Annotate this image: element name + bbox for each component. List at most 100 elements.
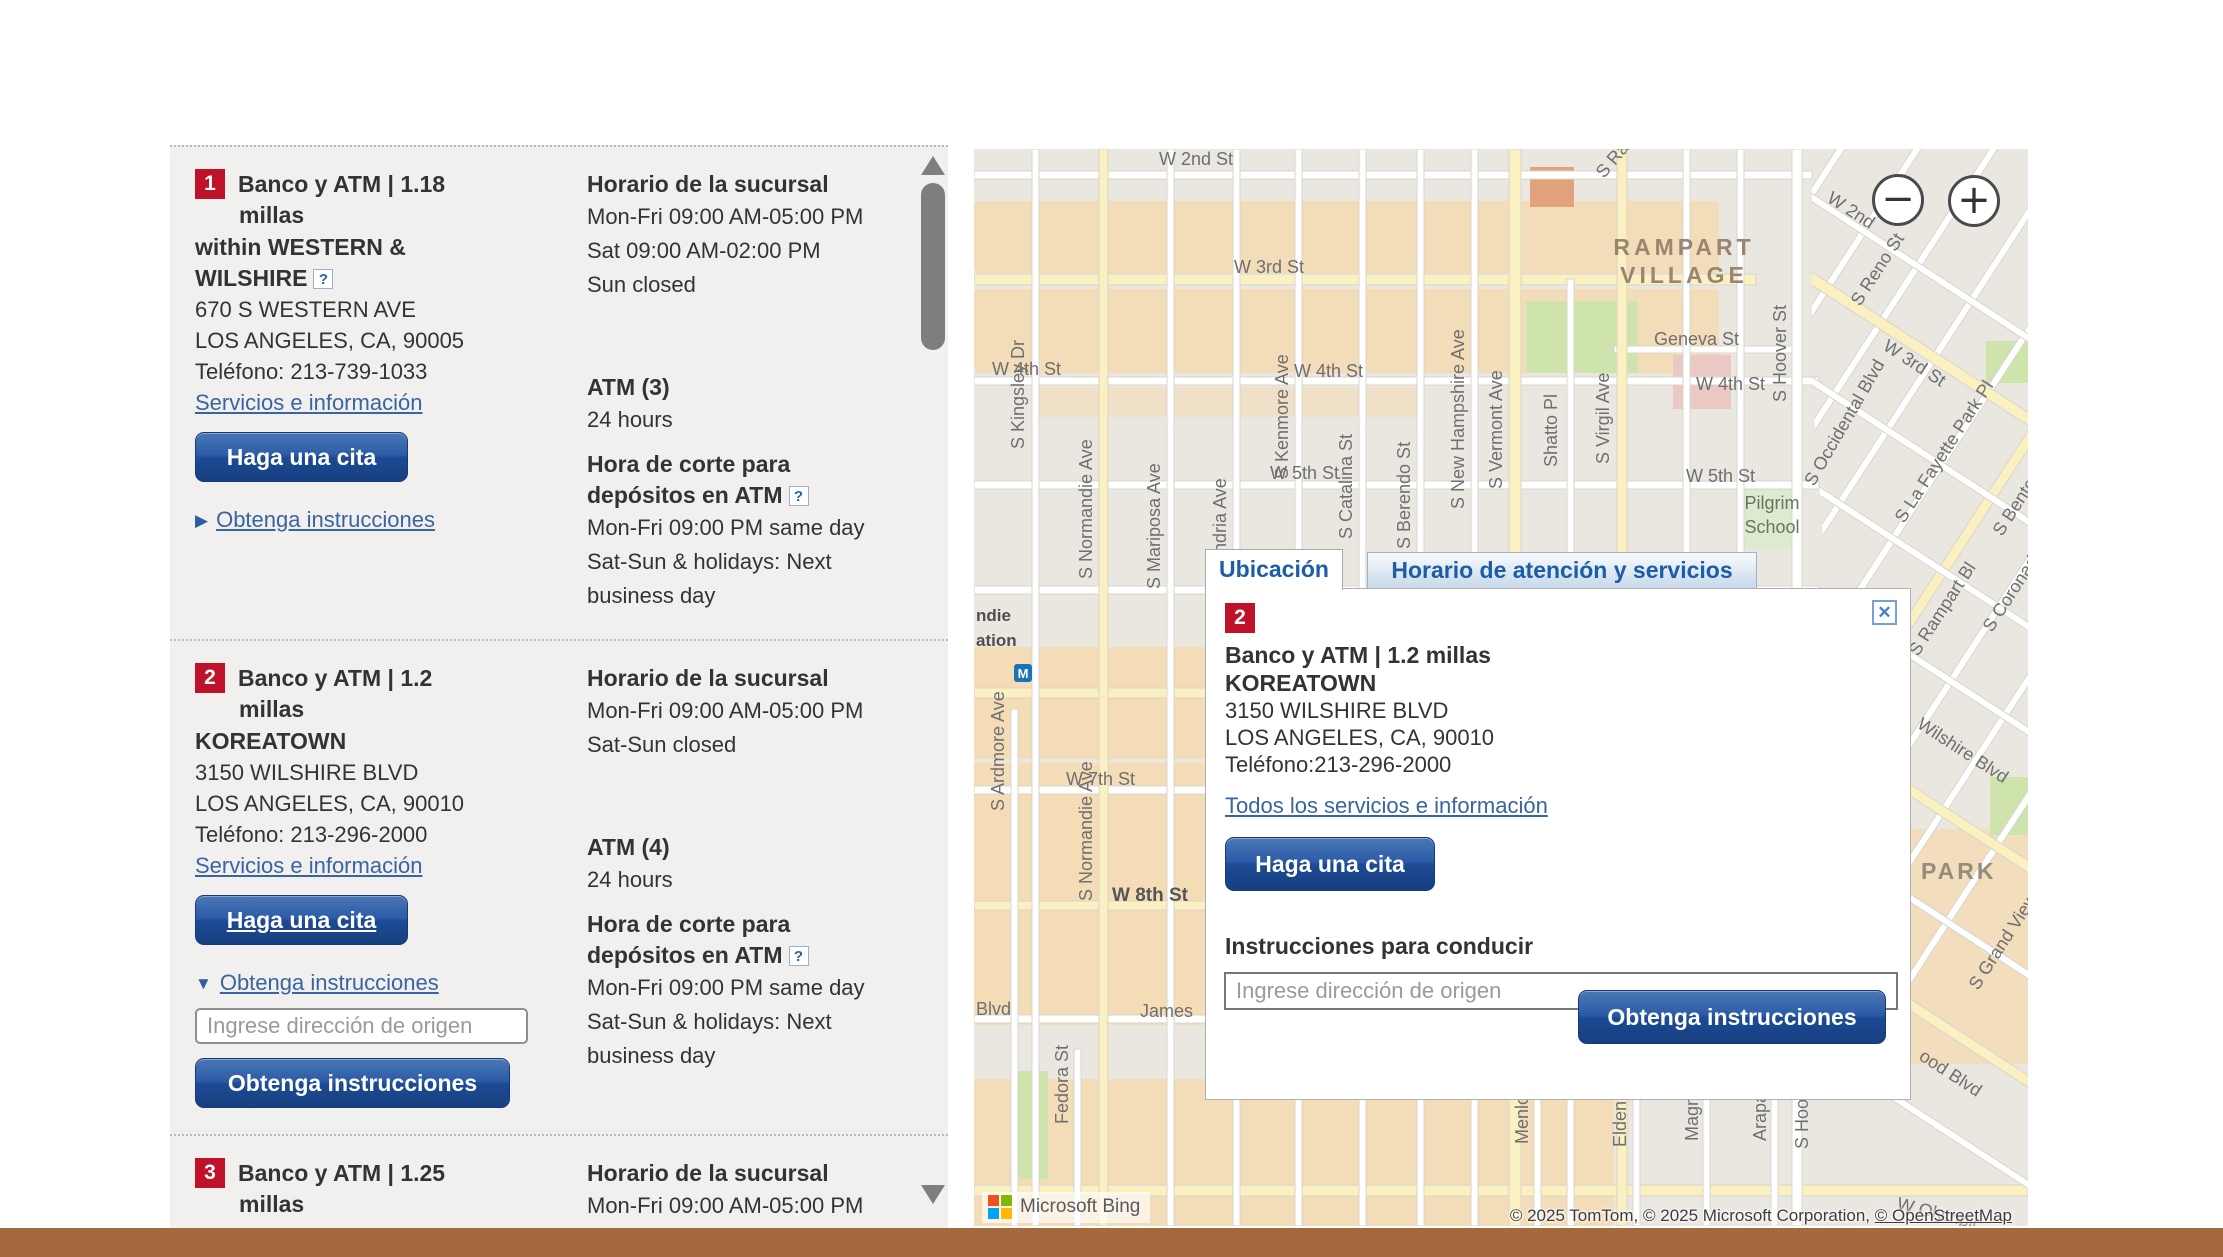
result-2-services-link[interactable]: Servicios e información [195,853,422,878]
result-1-cutoff-line: Sat-Sun & holidays: Next business day [587,545,872,613]
street-label: Blvd [976,999,1011,1019]
street-label: Menlo [1512,1095,1532,1144]
result-1-title: 1 Banco y ATM | 1.18 millas [195,169,495,231]
result-item-2: 2Banco y ATM | 1.2 millas KOREATOWN 3150… [170,639,948,1134]
footer-bar [0,1228,2223,1257]
result-2-number-badge: 2 [195,663,225,693]
street-label: S Catalina St [1336,434,1356,539]
result-1-subtitle: within WESTERN & WILSHIRE? [195,232,457,294]
result-2-directions-button[interactable]: Obtenga instrucciones [195,1058,510,1108]
street-label: W 4th St [1696,374,1765,394]
result-2-origin-input[interactable] [195,1008,528,1044]
street-label: James [1140,1001,1193,1021]
street-label: S Ardmore Ave [988,691,1008,811]
station-label: ndie [976,606,1011,625]
street-label: W 3rd St [1234,257,1304,277]
popup-close-icon[interactable]: ✕ [1872,600,1897,625]
result-item-3: 3 Banco y ATM | 1.25 millas LARCHMONT VIL… [170,1134,948,1228]
result-2-atm-hours: 24 hours [587,863,872,897]
result-1-appointment-button[interactable]: Haga una cita [195,432,408,482]
result-3-title: 3 Banco y ATM | 1.25 millas [195,1158,495,1220]
result-2-title-text: Banco y ATM | 1.2 millas [238,665,432,722]
microsoft-logo-icon [988,1195,1012,1219]
school-label: Pilgrim [1744,493,1799,513]
hours-line: Sat-Sun closed [587,728,872,762]
result-1-cutoff-title: Hora de corte para depósitos en ATM? [587,449,845,511]
location-popup: ✕ 2 Banco y ATM | 1.2 millas KOREATOWN 3… [1205,588,1911,1100]
help-icon[interactable]: ? [789,946,809,966]
result-1-services-link[interactable]: Servicios e información [195,390,422,415]
bing-logo-text: Microsoft Bing [1020,1196,1140,1218]
help-icon[interactable]: ? [789,486,809,506]
triangle-right-icon: ▶ [195,511,208,531]
school-label: School [1744,517,1799,537]
street-label: S Hoo [1792,1099,1812,1149]
result-3-subtitle: LARCHMONT VILLAGE [195,1221,457,1228]
street-label: W 4th St [1294,361,1363,381]
street-label: W 8th St [1112,885,1189,906]
street-label: Fedora St [1052,1045,1072,1124]
tab-ubicacion[interactable]: Ubicación [1205,549,1343,590]
triangle-down-icon: ▼ [195,974,212,994]
result-1-atm-title: ATM (3) [587,372,887,403]
street-label: S Hoover St [1770,305,1790,402]
street-label: W 5th St [1686,466,1755,486]
street-label: S Berendo St [1394,442,1414,549]
result-1-title-text: Banco y ATM | 1.18 millas [238,171,445,228]
result-3-hours-title: Horario de la sucursal [587,1158,887,1189]
street-label: S Kingsley Dr [1008,340,1028,449]
hours-line: Mon-Fri 09:00 AM-05:00 PM [587,1189,872,1223]
result-1-details: 1 Banco y ATM | 1.18 millas within WESTER… [195,169,545,613]
result-1-cutoff-line: Mon-Fri 09:00 PM same day [587,511,872,545]
street-label: S Normandie Ave [1076,439,1096,579]
result-2-hours: Horario de la sucursal Mon-Fri 09:00 AM-… [587,663,887,1108]
result-2-hours-title: Horario de la sucursal [587,663,887,694]
scroll-up-arrow[interactable] [921,156,945,175]
popup-phone: Teléfono:213-296-2000 [1225,751,1896,778]
result-1-hours: Horario de la sucursal Mon-Fri 09:00 AM-… [587,169,887,613]
popup-directions-title: Instrucciones para conducir [1225,933,1896,960]
help-icon[interactable]: ? [313,269,333,289]
result-1-address2: LOS ANGELES, CA, 90005 [195,325,545,356]
result-1-number-badge: 1 [195,169,225,199]
popup-address2: LOS ANGELES, CA, 90010 [1225,724,1896,751]
result-2-cutoff-title: Hora de corte para depósitos en ATM? [587,909,845,971]
hours-line: Mon-Fri 09:00 AM-05:00 PM [587,200,872,234]
result-2-cutoff-line: Mon-Fri 09:00 PM same day [587,971,872,1005]
popup-directions-button[interactable]: Obtenga instrucciones [1578,990,1886,1044]
scroll-down-arrow[interactable] [921,1185,945,1204]
result-3-number-badge: 3 [195,1158,225,1188]
result-3-title-text: Banco y ATM | 1.25 millas [238,1160,445,1217]
map-zoom-out-button[interactable]: − [1872,174,1924,226]
street-label: S Kenmore Ave [1272,354,1292,479]
result-1-atm-hours: 24 hours [587,403,872,437]
street-label: W 7th St [1066,769,1135,789]
result-2-address1: 3150 WILSHIRE BLVD [195,757,545,788]
street-label: Geneva St [1654,329,1739,349]
region-label: RAMPART [1613,234,1754,260]
result-3-details: 3 Banco y ATM | 1.25 millas LARCHMONT VIL… [195,1158,545,1228]
street-label: S Vermont Ave [1486,370,1506,489]
results-panel: 1 Banco y ATM | 1.18 millas within WESTER… [170,145,948,1228]
street-label: S Virgil Ave [1593,373,1613,464]
map-zoom-in-button[interactable]: + [1948,175,2000,227]
scrollbar-thumb[interactable] [921,183,945,350]
result-2-title: 2 Banco y ATM | 1.2 millas [195,663,495,725]
street-label: Shatto Pl [1541,394,1561,467]
region-label: VILLAGE [1620,262,1748,288]
hours-line: Mon-Fri 09:00 AM-05:00 PM [587,694,872,728]
result-2-appointment-button[interactable]: Haga una cita [195,895,408,945]
result-1-address1: 670 S WESTERN AVE [195,294,545,325]
tab-horario-servicios[interactable]: Horario de atención y servicios [1367,552,1757,589]
popup-address1: 3150 WILSHIRE BLVD [1225,697,1896,724]
popup-appointment-button[interactable]: Haga una cita [1225,837,1435,891]
result-2-details: 2Banco y ATM | 1.2 millas KOREATOWN 3150… [195,663,545,1108]
station-label: ation [976,631,1017,650]
result-2-directions-toggle[interactable]: ▼Obtenga instrucciones [195,967,545,998]
openstreetmap-link[interactable]: © OpenStreetMap [1875,1206,2012,1225]
result-1-directions-toggle[interactable]: ▶Obtenga instrucciones [195,504,545,535]
hours-line: Sun closed [587,268,872,302]
street-label: S Mariposa Ave [1144,463,1164,589]
popup-services-link[interactable]: Todos los servicios e información [1225,790,1548,821]
popup-number-badge: 2 [1225,603,1255,633]
